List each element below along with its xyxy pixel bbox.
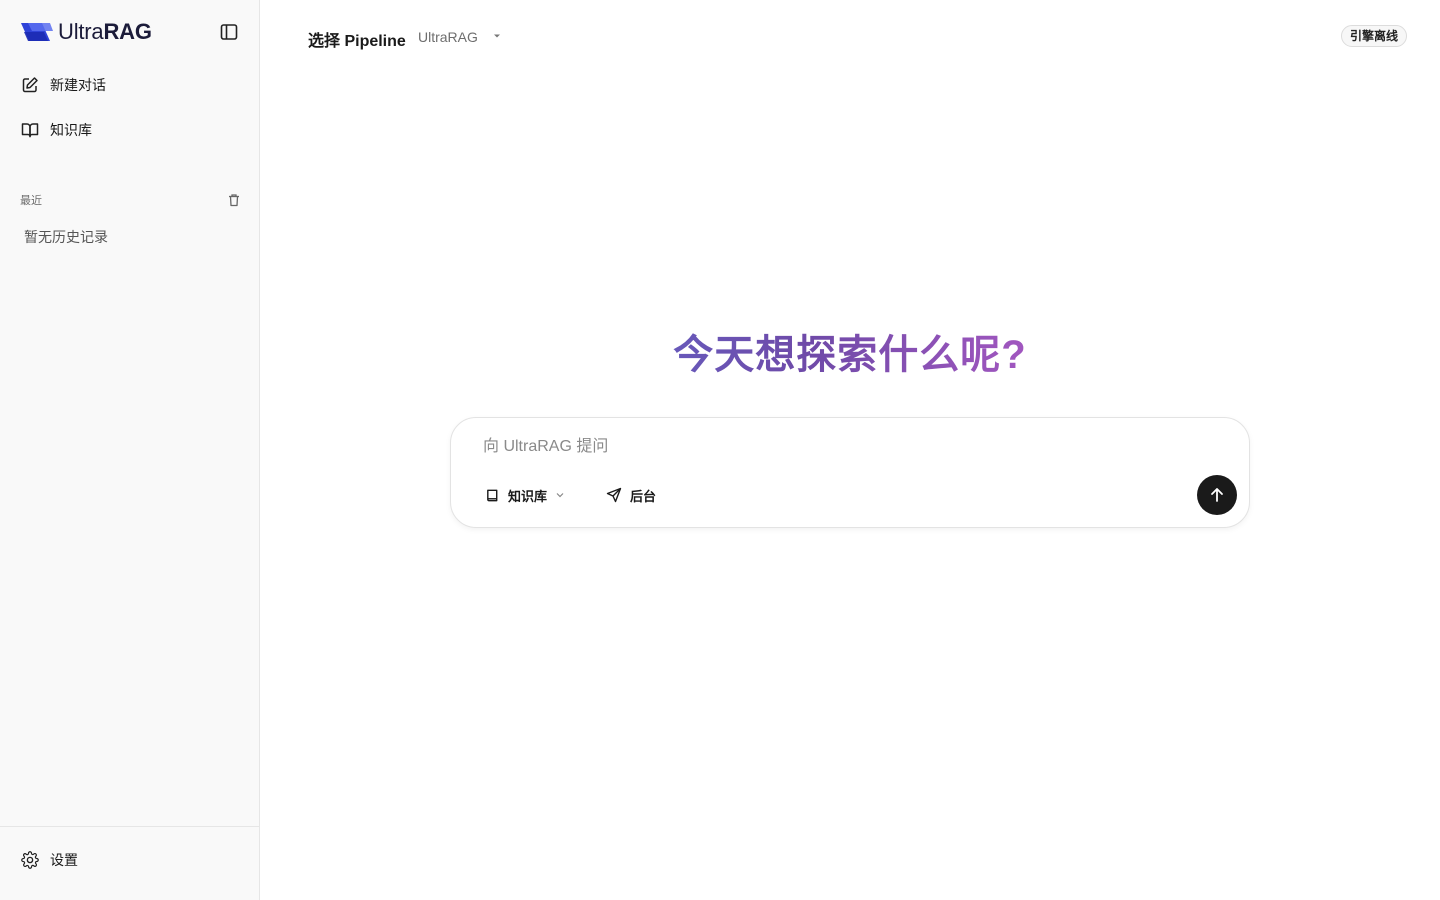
pipeline-selector-label[interactable]: 选择 Pipeline bbox=[308, 27, 406, 51]
clear-history-button[interactable] bbox=[226, 192, 242, 208]
arrow-up-icon bbox=[1211, 488, 1223, 502]
engine-status-badge: 引擎离线 bbox=[1341, 25, 1408, 47]
trash-icon bbox=[229, 194, 239, 207]
chat-input[interactable] bbox=[483, 435, 1183, 459]
logo-text-light: Ultra bbox=[58, 19, 104, 44]
sidebar: UltraRAG 新建对话 知识库 最近 暂无历史记录 设置 bbox=[0, 0, 260, 900]
logo-text: UltraRAG bbox=[58, 19, 152, 45]
sidebar-footer: 设置 bbox=[0, 826, 259, 900]
sidebar-item-knowledge-base[interactable]: 知识库 bbox=[12, 112, 248, 148]
hero-title: 今天想探索什么呢? bbox=[450, 322, 1250, 380]
app-logo[interactable]: UltraRAG bbox=[20, 18, 152, 46]
send-button[interactable] bbox=[1197, 475, 1237, 515]
settings-label: 设置 bbox=[50, 852, 78, 868]
knowledge-base-selector[interactable]: 知识库 bbox=[484, 483, 565, 507]
settings-button[interactable]: 设置 bbox=[12, 842, 248, 878]
sidebar-item-new-chat[interactable]: 新建对话 bbox=[12, 67, 248, 103]
backend-toggle[interactable]: 后台 bbox=[606, 483, 656, 507]
sidebar-item-label: 知识库 bbox=[50, 122, 92, 138]
logo-text-bold: RAG bbox=[103, 19, 152, 44]
book-open-icon bbox=[20, 120, 40, 140]
knowledge-base-label: 知识库 bbox=[508, 488, 548, 504]
book-icon bbox=[484, 487, 500, 503]
gear-icon bbox=[20, 850, 40, 870]
sidebar-panel-icon bbox=[220, 24, 238, 40]
empty-history-text: 暂无历史记录 bbox=[24, 229, 108, 245]
sidebar-toggle-button[interactable] bbox=[217, 20, 241, 44]
chevron-down-icon bbox=[555, 490, 565, 500]
backend-label: 后台 bbox=[630, 488, 657, 504]
chat-composer: 知识库 后台 bbox=[450, 417, 1250, 528]
recent-section-label: 最近 bbox=[20, 195, 42, 207]
ultrarag-logo-icon bbox=[21, 23, 53, 41]
current-pipeline[interactable]: UltraRAG bbox=[418, 29, 478, 45]
sidebar-item-label: 新建对话 bbox=[50, 77, 106, 93]
caret-down-icon[interactable] bbox=[491, 30, 503, 42]
send-plane-icon bbox=[606, 487, 622, 503]
edit-icon bbox=[20, 75, 40, 95]
